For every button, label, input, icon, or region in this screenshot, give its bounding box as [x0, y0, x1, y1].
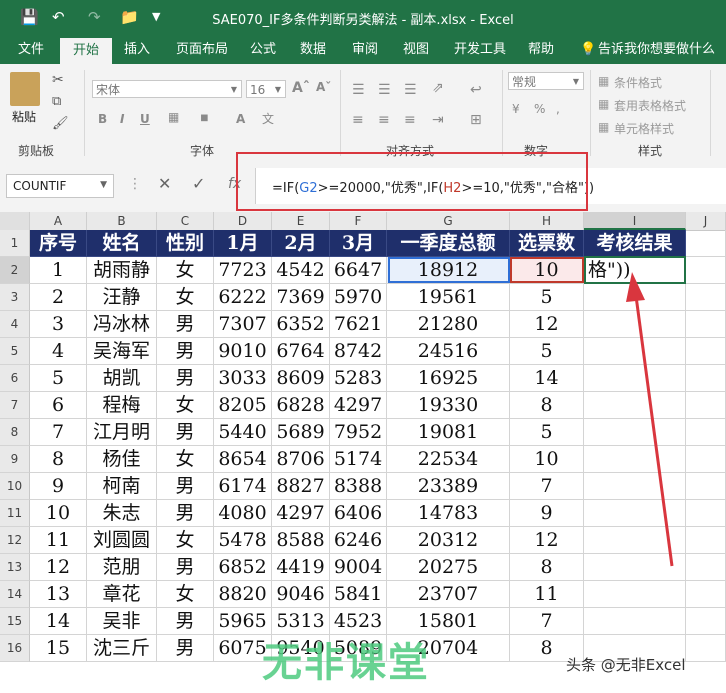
watermark-credit: 头条 @无非Excel: [566, 656, 686, 674]
watermark-logo: 无非课堂: [262, 640, 430, 686]
annotation-arrow: [626, 272, 674, 567]
